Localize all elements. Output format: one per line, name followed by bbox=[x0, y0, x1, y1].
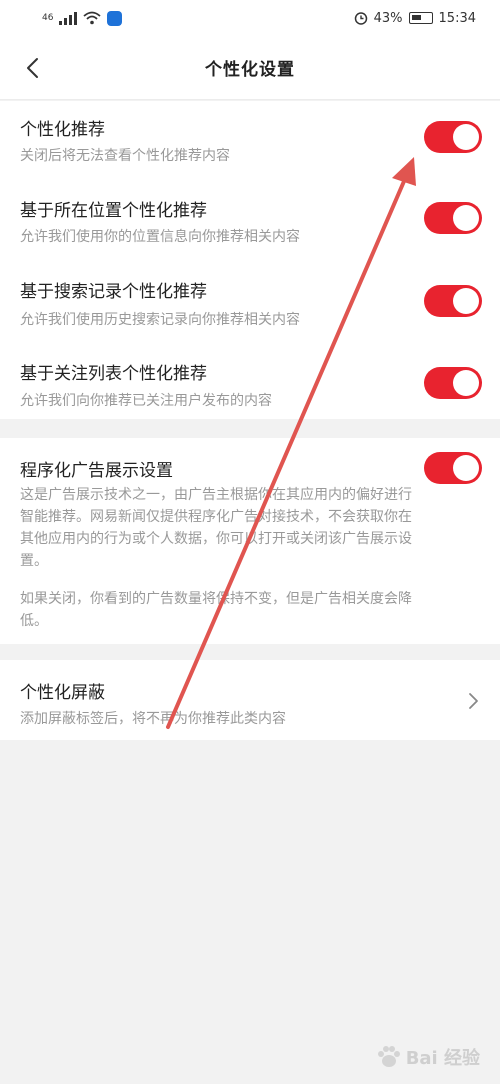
signal-icon bbox=[59, 11, 78, 25]
setting-row-search-history: 基于搜索记录个性化推荐 允许我们使用历史搜索记录向你推荐相关内容 bbox=[0, 263, 500, 343]
setting-description: 允许我们使用历史搜索记录向你推荐相关内容 bbox=[20, 312, 300, 328]
block-settings-section[interactable]: 个性化屏蔽 添加屏蔽标签后，将不再为你推荐此类内容 bbox=[0, 660, 500, 740]
toggle-knob bbox=[453, 455, 479, 481]
personalized-recommend-toggle[interactable] bbox=[424, 121, 482, 153]
toggle-knob bbox=[453, 124, 479, 150]
toggle-knob bbox=[453, 370, 479, 396]
page-title: 个性化设置 bbox=[205, 60, 295, 80]
follow-list-recommend-toggle[interactable] bbox=[424, 367, 482, 399]
chevron-left-icon bbox=[27, 58, 38, 78]
setting-row-location: 基于所在位置个性化推荐 允许我们使用你的位置信息向你推荐相关内容 bbox=[0, 181, 500, 263]
ad-setting-note: 如果关闭，你看到的广告数量将保持不变，但是广告相关度会降低。 bbox=[20, 591, 412, 629]
app-notification-icon bbox=[107, 10, 123, 26]
back-button[interactable] bbox=[12, 48, 52, 88]
setting-title: 个性化推荐 bbox=[20, 120, 105, 140]
status-bar-left: 46 bbox=[42, 10, 123, 26]
setting-row-personalized: 个性化推荐 关闭后将无法查看个性化推荐内容 bbox=[0, 101, 500, 181]
block-setting-description: 添加屏蔽标签后，将不再为你推荐此类内容 bbox=[20, 711, 286, 727]
page-header: 个性化设置 bbox=[0, 36, 500, 100]
chevron-right-icon bbox=[469, 693, 478, 709]
wifi-icon bbox=[83, 11, 102, 25]
setting-description: 允许我们向你推荐已关注用户发布的内容 bbox=[20, 393, 272, 409]
network-type-label: 46 bbox=[42, 13, 54, 23]
toggle-knob bbox=[453, 288, 479, 314]
setting-title: 基于关注列表个性化推荐 bbox=[20, 364, 207, 384]
status-bar: 46 43% 15:34 bbox=[0, 0, 500, 36]
ad-setting-title: 程序化广告展示设置 bbox=[20, 461, 173, 481]
ad-setting-description: 这是广告展示技术之一，由广告主根据你在其应用内的偏好进行智能推荐。网易新闻仅提供… bbox=[20, 487, 412, 569]
recommendation-settings-section: 个性化推荐 关闭后将无法查看个性化推荐内容 基于所在位置个性化推荐 允许我们使用… bbox=[0, 101, 500, 419]
clock-time: 15:34 bbox=[438, 10, 476, 26]
setting-description: 允许我们使用你的位置信息向你推荐相关内容 bbox=[20, 229, 300, 245]
search-history-recommend-toggle[interactable] bbox=[424, 285, 482, 317]
setting-row-follow-list: 基于关注列表个性化推荐 允许我们向你推荐已关注用户发布的内容 bbox=[0, 343, 500, 419]
battery-icon bbox=[408, 12, 433, 24]
setting-title: 基于所在位置个性化推荐 bbox=[20, 201, 207, 221]
watermark-text: Bai 经验 bbox=[405, 1048, 480, 1069]
block-setting-title: 个性化屏蔽 bbox=[20, 683, 105, 703]
battery-percent: 43% bbox=[373, 10, 403, 26]
toggle-knob bbox=[453, 205, 479, 231]
location-recommend-toggle[interactable] bbox=[424, 202, 482, 234]
setting-description: 关闭后将无法查看个性化推荐内容 bbox=[20, 148, 230, 164]
setting-title: 基于搜索记录个性化推荐 bbox=[20, 282, 207, 302]
programmatic-ad-toggle[interactable] bbox=[424, 452, 482, 484]
baidu-watermark: Bai 经验 bbox=[376, 1044, 480, 1070]
ad-settings-section: 程序化广告展示设置 这是广告展示技术之一，由广告主根据你在其应用内的偏好进行智能… bbox=[0, 438, 500, 644]
paw-logo-icon bbox=[377, 1046, 400, 1067]
status-bar-right: 43% 15:34 bbox=[354, 11, 476, 26]
alarm-icon bbox=[354, 12, 367, 25]
